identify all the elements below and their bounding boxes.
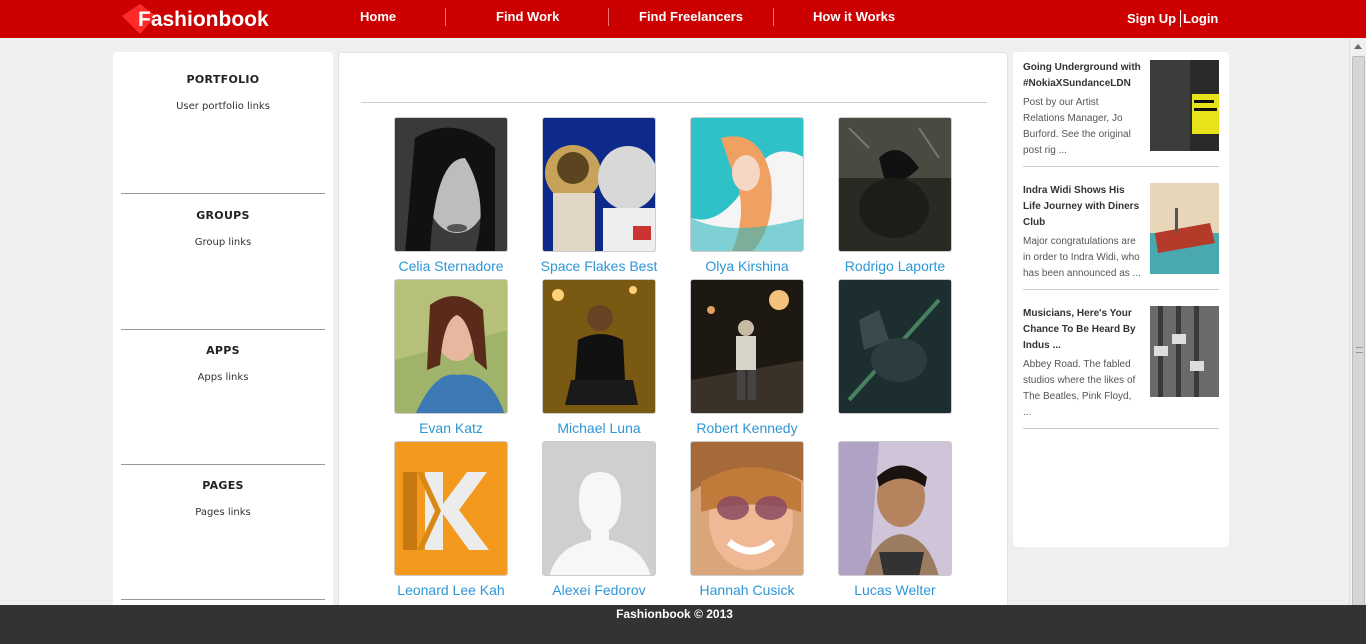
apps-links[interactable]: Apps links: [113, 372, 333, 383]
top-nav-bar: Fashionbook Home Find Work Find Freelanc…: [0, 0, 1366, 38]
news-description: Major congratulations are in order to In…: [1023, 236, 1141, 279]
avatar[interactable]: [394, 279, 508, 414]
news-divider: [1023, 428, 1219, 429]
freelancer-name[interactable]: Rodrigo Laporte: [830, 258, 960, 274]
grip-icon: [1356, 347, 1363, 353]
left-sidebar: PORTFOLIO User portfolio links GROUPS Gr…: [113, 52, 333, 612]
avatar[interactable]: [542, 441, 656, 576]
scroll-thumb[interactable]: [1352, 56, 1365, 606]
avatar[interactable]: [394, 441, 508, 576]
freelancer-card[interactable]: [830, 279, 960, 420]
freelancer-name[interactable]: Lucas Welter: [830, 582, 960, 598]
nav-separator: [445, 8, 446, 26]
scroll-up-arrow-icon[interactable]: [1354, 44, 1362, 49]
news-description: Post by our Artist Relations Manager, Jo…: [1023, 97, 1131, 156]
section-divider: [121, 193, 325, 194]
brand-name: Fashionbook: [138, 8, 269, 31]
sidebar-section-portfolio: PORTFOLIO User portfolio links: [113, 73, 333, 112]
avatar[interactable]: [838, 279, 952, 414]
sidebar-section-groups: GROUPS Group links: [113, 209, 333, 248]
nav-separator: [773, 8, 774, 26]
pages-links[interactable]: Pages links: [113, 507, 333, 518]
nav-find-work[interactable]: Find Work: [496, 9, 559, 24]
avatar[interactable]: [542, 117, 656, 252]
freelancer-grid-panel: Celia Sternadore Space Flakes Best Olya …: [338, 52, 1008, 612]
avatar[interactable]: [838, 117, 952, 252]
section-divider: [121, 464, 325, 465]
sidebar-section-pages: PAGES Pages links: [113, 479, 333, 518]
freelancer-card[interactable]: Robert Kennedy: [682, 279, 812, 436]
news-thumbnail[interactable]: [1150, 60, 1219, 151]
avatar[interactable]: [542, 279, 656, 414]
footer-copyright: Fashionbook © 2013: [616, 607, 733, 621]
news-description: Abbey Road. The fabled studios where the…: [1023, 359, 1136, 418]
avatar[interactable]: [690, 441, 804, 576]
freelancer-name[interactable]: Evan Katz: [386, 420, 516, 436]
news-thumbnail[interactable]: [1150, 306, 1219, 397]
freelancer-card[interactable]: Space Flakes Best: [534, 117, 664, 274]
signup-link[interactable]: Sign Up: [1127, 11, 1176, 26]
nav-separator: [608, 8, 609, 26]
section-title: PORTFOLIO: [186, 73, 260, 86]
page-scrollbar[interactable]: [1349, 38, 1366, 644]
freelancer-card[interactable]: Leonard Lee Kah: [386, 441, 516, 598]
news-divider: [1023, 166, 1219, 167]
freelancer-name[interactable]: Michael Luna: [534, 420, 664, 436]
news-title[interactable]: Musicians, Here's Your Chance To Be Hear…: [1023, 306, 1141, 354]
freelancer-card[interactable]: Celia Sternadore: [386, 117, 516, 274]
freelancer-name[interactable]: Celia Sternadore: [386, 258, 516, 274]
nav-home[interactable]: Home: [360, 9, 396, 24]
freelancer-card[interactable]: Hannah Cusick: [682, 441, 812, 598]
group-links[interactable]: Group links: [113, 237, 333, 248]
section-title: APPS: [206, 344, 240, 357]
freelancer-card[interactable]: Alexei Fedorov: [534, 441, 664, 598]
freelancer-card[interactable]: Lucas Welter: [830, 441, 960, 598]
nav-how-it-works[interactable]: How it Works: [813, 9, 895, 24]
news-item[interactable]: Indra Widi Shows His Life Journey with D…: [1023, 183, 1219, 282]
freelancer-card[interactable]: Olya Kirshina: [682, 117, 812, 274]
freelancer-name[interactable]: Leonard Lee Kah: [386, 582, 516, 598]
footer: Fashionbook © 2013: [0, 605, 1366, 644]
freelancer-name[interactable]: Alexei Fedorov: [534, 582, 664, 598]
news-title[interactable]: Indra Widi Shows His Life Journey with D…: [1023, 183, 1141, 231]
nav-find-freelancers[interactable]: Find Freelancers: [639, 9, 743, 24]
freelancer-name[interactable]: Robert Kennedy: [682, 420, 812, 436]
portfolio-links[interactable]: User portfolio links: [113, 101, 333, 112]
default-user-icon: [543, 442, 655, 575]
news-item[interactable]: Musicians, Here's Your Chance To Be Hear…: [1023, 306, 1219, 421]
avatar[interactable]: [838, 441, 952, 576]
brand-logo[interactable]: Fashionbook: [118, 2, 278, 36]
freelancer-name[interactable]: Olya Kirshina: [682, 258, 812, 274]
auth-separator: [1180, 10, 1181, 27]
news-divider: [1023, 289, 1219, 290]
freelancer-name[interactable]: Space Flakes Best: [534, 258, 664, 274]
avatar[interactable]: [690, 117, 804, 252]
news-sidebar: Going Underground with #NokiaXSundanceLD…: [1013, 52, 1229, 547]
section-title: PAGES: [202, 479, 244, 492]
freelancer-card[interactable]: Michael Luna: [534, 279, 664, 436]
avatar[interactable]: [690, 279, 804, 414]
freelancer-name[interactable]: Hannah Cusick: [682, 582, 812, 598]
freelancer-card[interactable]: Evan Katz: [386, 279, 516, 436]
login-link[interactable]: Login: [1183, 11, 1218, 26]
section-divider: [121, 599, 325, 600]
news-thumbnail[interactable]: [1150, 183, 1219, 274]
content-divider: [361, 102, 987, 103]
sidebar-section-apps: APPS Apps links: [113, 344, 333, 383]
news-item[interactable]: Going Underground with #NokiaXSundanceLD…: [1023, 60, 1219, 159]
section-title: GROUPS: [196, 209, 250, 222]
freelancer-card[interactable]: Rodrigo Laporte: [830, 117, 960, 274]
section-divider: [121, 329, 325, 330]
avatar[interactable]: [394, 117, 508, 252]
news-title[interactable]: Going Underground with #NokiaXSundanceLD…: [1023, 60, 1141, 92]
